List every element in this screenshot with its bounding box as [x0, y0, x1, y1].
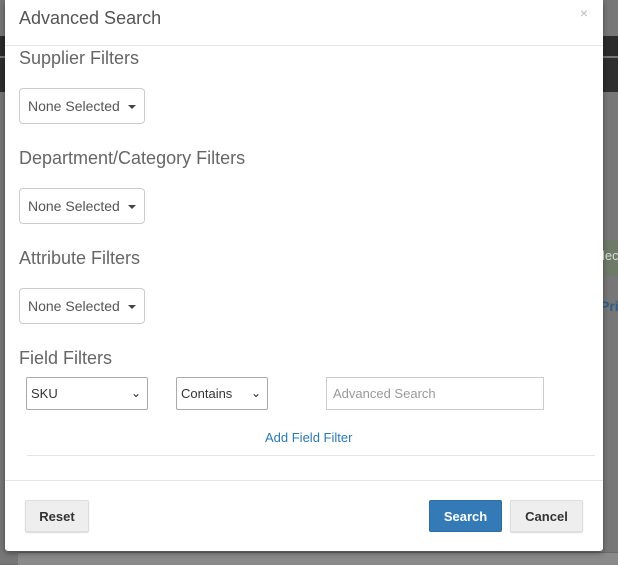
advanced-search-modal: Advanced Search × Supplier Filters None … — [5, 0, 603, 551]
advanced-search-placeholder: Advanced Search — [333, 386, 436, 401]
background-text-fragment: lec — [602, 248, 618, 263]
add-field-filter-link[interactable]: Add Field Filter — [265, 430, 352, 445]
department-filters-title: Department/Category Filters — [19, 148, 246, 168]
field-filters-title: Field Filters — [19, 348, 113, 368]
caret-down-icon — [128, 105, 136, 109]
cancel-button[interactable]: Cancel — [510, 500, 583, 532]
reset-button[interactable]: Reset — [25, 500, 89, 532]
operator-select[interactable]: Contains ⌄ — [176, 377, 268, 410]
supplier-filters-title: Supplier Filters — [19, 48, 140, 68]
attribute-filter-value: None Selected — [28, 298, 120, 314]
supplier-filter-value: None Selected — [28, 98, 120, 114]
caret-down-icon — [128, 305, 136, 309]
footer-divider — [5, 480, 603, 481]
chevron-down-icon: ⌄ — [250, 386, 261, 400]
attribute-filters-title: Attribute Filters — [19, 248, 141, 268]
divider — [27, 455, 595, 456]
department-filter-dropdown[interactable]: None Selected — [19, 188, 145, 224]
supplier-filter-dropdown[interactable]: None Selected — [19, 88, 145, 124]
modal-header: Advanced Search × — [5, 0, 603, 46]
field-select[interactable]: SKU ⌄ — [26, 377, 148, 410]
attribute-filter-dropdown[interactable]: None Selected — [19, 288, 145, 324]
search-button[interactable]: Search — [429, 500, 502, 532]
background-table-row — [18, 552, 618, 565]
department-filter-value: None Selected — [28, 198, 120, 214]
modal-title: Advanced Search — [19, 8, 162, 28]
close-icon[interactable]: × — [580, 5, 588, 21]
chevron-down-icon: ⌄ — [130, 386, 141, 400]
field-select-value: SKU — [31, 386, 58, 401]
operator-select-value: Contains — [181, 386, 233, 401]
caret-down-icon — [128, 205, 136, 209]
advanced-search-input[interactable]: Advanced Search — [326, 377, 544, 410]
